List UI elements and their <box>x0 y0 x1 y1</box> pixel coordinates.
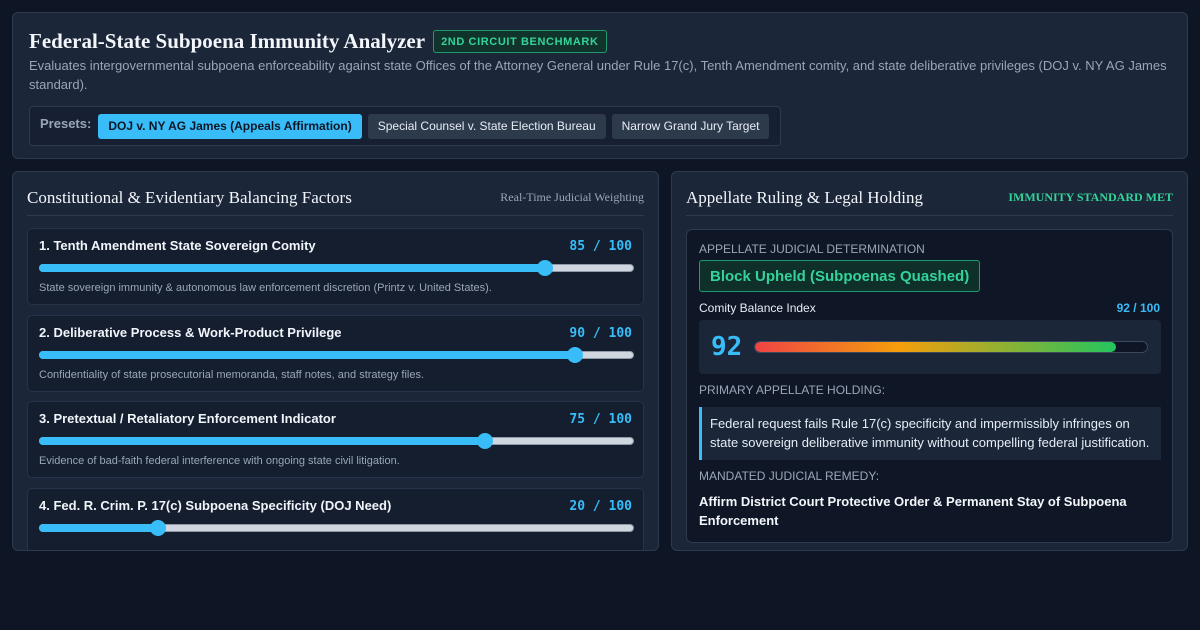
page-subtitle: Evaluates intergovernmental subpoena enf… <box>29 58 1167 92</box>
page-title: Federal-State Subpoena Immunity Analyzer <box>29 29 426 53</box>
presets-bar: Presets: DOJ v. NY AG James (Appeals Aff… <box>29 106 781 146</box>
factor-slider-deliberative-privilege[interactable] <box>39 347 634 363</box>
holding-text: Federal request fails Rule 17(c) specifi… <box>699 407 1161 460</box>
title-row: Federal-State Subpoena Immunity Analyzer… <box>29 29 607 54</box>
remedy-label: MANDATED JUDICIAL REMEDY: <box>699 469 880 483</box>
benchmark-badge: 2ND CIRCUIT BENCHMARK <box>433 30 607 53</box>
comity-index-label: Comity Balance Index <box>699 301 816 315</box>
slider-fill <box>39 524 158 532</box>
remedy-text: Affirm District Court Protective Order &… <box>699 494 1127 528</box>
factor-score: 20 / 100 <box>569 499 632 514</box>
factors-panel-tag: Real-Time Judicial Weighting <box>500 190 644 204</box>
factor-name: 2. Deliberative Process & Work-Product P… <box>39 325 342 340</box>
factor-card-rule-17c-specificity: 4. Fed. R. Crim. P. 17(c) Subpoena Speci… <box>27 488 644 550</box>
determination-label: APPELLATE JUDICIAL DETERMINATION <box>699 242 925 256</box>
factor-name: 3. Pretextual / Retaliatory Enforcement … <box>39 411 336 426</box>
factor-name: 1. Tenth Amendment State Sovereign Comit… <box>39 238 316 253</box>
ruling-panel-header: Appellate Ruling & Legal Holding IMMUNIT… <box>686 186 1173 216</box>
factor-slider-tenth-amendment[interactable] <box>39 260 634 276</box>
slider-thumb[interactable] <box>536 260 553 276</box>
factor-card-pretextual-enforcement: 3. Pretextual / Retaliatory Enforcement … <box>27 401 644 478</box>
factor-slider-rule-17c-specificity[interactable] <box>39 520 634 536</box>
factor-card-deliberative-privilege: 2. Deliberative Process & Work-Product P… <box>27 315 644 392</box>
balancing-factors-panel: Constitutional & Evidentiary Balancing F… <box>12 171 659 551</box>
ruling-panel-title: Appellate Ruling & Legal Holding <box>686 188 924 207</box>
header-card: Federal-State Subpoena Immunity Analyzer… <box>12 12 1188 159</box>
holding-label: PRIMARY APPELLATE HOLDING: <box>699 383 886 397</box>
factor-card-tenth-amendment: 1. Tenth Amendment State Sovereign Comit… <box>27 228 644 305</box>
preset-button-narrow-grand-jury[interactable]: Narrow Grand Jury Target <box>611 113 770 139</box>
factors-panel-title: Constitutional & Evidentiary Balancing F… <box>27 188 352 207</box>
factor-description: Evidence of bad-faith federal interferen… <box>39 455 400 467</box>
appellate-ruling-panel: Appellate Ruling & Legal Holding IMMUNIT… <box>671 171 1188 551</box>
slider-thumb[interactable] <box>477 433 494 449</box>
slider-fill <box>39 351 575 359</box>
comity-index-track <box>754 341 1148 353</box>
factor-name: 4. Fed. R. Crim. P. 17(c) Subpoena Speci… <box>39 498 392 513</box>
comity-index-fill <box>755 342 1116 352</box>
preset-button-special-counsel[interactable]: Special Counsel v. State Election Bureau <box>367 113 606 139</box>
comity-index-number: 92 <box>711 332 743 362</box>
factor-description: Confidentiality of state prosecutorial m… <box>39 369 424 381</box>
slider-fill <box>39 437 486 445</box>
slider-thumb[interactable] <box>566 347 583 363</box>
factor-slider-pretextual-enforcement[interactable] <box>39 433 634 449</box>
slider-thumb[interactable] <box>150 520 166 536</box>
immunity-status-tag: IMMUNITY STANDARD MET <box>1008 190 1173 204</box>
preset-button-doj-ny-ag-james[interactable]: DOJ v. NY AG James (Appeals Affirmation) <box>98 113 362 139</box>
factor-score: 75 / 100 <box>569 412 632 427</box>
ruling-card: APPELLATE JUDICIAL DETERMINATION Block U… <box>686 229 1173 543</box>
factor-description: State sovereign immunity & autonomous la… <box>39 282 492 294</box>
slider-fill <box>39 264 545 272</box>
factor-score: 90 / 100 <box>569 326 632 341</box>
factors-panel-header: Constitutional & Evidentiary Balancing F… <box>27 186 644 216</box>
comity-index-value: 92 / 100 <box>1116 301 1160 315</box>
comity-index-gauge: 92 <box>699 320 1161 374</box>
presets-label: Presets: <box>40 115 92 131</box>
factor-score: 85 / 100 <box>569 239 632 254</box>
verdict-badge: Block Upheld (Subpoenas Quashed) <box>699 260 981 292</box>
